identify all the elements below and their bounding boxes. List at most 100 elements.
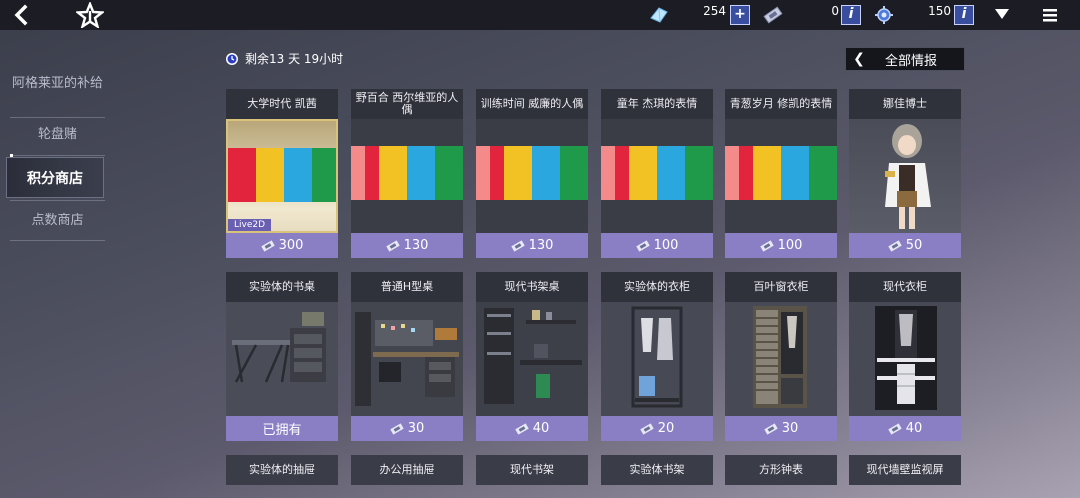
ticket-info-button[interactable]: i: [841, 5, 861, 25]
item-title: 百叶窗衣柜: [725, 272, 837, 302]
item-title: 现代衣柜: [849, 272, 961, 302]
add-crystal-button[interactable]: +: [730, 5, 750, 25]
points-info-button[interactable]: i: [954, 5, 974, 25]
item-title: 现代墙壁监视屏: [849, 455, 961, 485]
item-price: 30: [351, 416, 463, 441]
item-title: 实验体书架: [601, 455, 713, 485]
ticket-icon: [763, 6, 783, 24]
clock-icon: [226, 52, 238, 65]
color-bars-placeholder: [601, 146, 713, 200]
sidebar-item-points-shop[interactable]: 积分商店: [6, 157, 104, 198]
shop-item-card[interactable]: 普通H型桌 30: [351, 272, 463, 441]
shop-item-card[interactable]: 现代墙壁监视屏: [849, 455, 961, 498]
item-title: 办公用抽屉: [351, 455, 463, 485]
item-price: 130: [476, 233, 588, 258]
item-image: [725, 119, 837, 233]
item-image: [476, 302, 588, 416]
h-desk-illustration: [351, 302, 463, 416]
bookshelf-desk-illustration: [476, 302, 588, 416]
item-image: [725, 302, 837, 416]
item-image: [601, 302, 713, 416]
shop-item-card[interactable]: 童年 杰琪的表情 100: [601, 89, 713, 258]
shop-item-card[interactable]: 大学时代 凯茜 Live2D 300: [226, 89, 338, 258]
item-price-value: 300: [278, 238, 304, 253]
character-portrait: [885, 124, 931, 229]
shop-item-card[interactable]: 办公用抽屉: [351, 455, 463, 498]
shop-item-card[interactable]: 实验体的衣柜 20: [601, 272, 713, 441]
color-bars-placeholder: [351, 146, 463, 200]
item-title: 实验体的衣柜: [601, 272, 713, 302]
item-image: [351, 302, 463, 416]
ticket-icon: [764, 422, 778, 435]
item-price: 50: [849, 233, 961, 258]
sidebar-item-credit-shop[interactable]: 点数商店: [10, 213, 105, 229]
ticket-icon: [510, 239, 525, 252]
ticket-icon: [390, 422, 404, 435]
sidebar-divider: [10, 155, 105, 156]
item-title: 娜佳博士: [849, 89, 961, 119]
item-price: 30: [725, 416, 837, 441]
sidebar-divider: [10, 240, 105, 241]
crystal-count: 254: [703, 4, 726, 18]
dropdown-triangle-icon[interactable]: [994, 7, 1010, 21]
ticket-icon: [640, 422, 654, 435]
item-title: 现代书架: [476, 455, 588, 485]
item-image: [226, 302, 338, 416]
ticket-icon: [759, 239, 774, 252]
item-image: Live2D: [226, 119, 338, 233]
item-price: 20: [601, 416, 713, 441]
item-price-value: 30: [407, 421, 425, 436]
wardrobe-illustration: [601, 302, 713, 416]
favorite-star-icon[interactable]: [76, 2, 104, 28]
item-image: [849, 119, 961, 233]
shop-item-card[interactable]: 训练时间 威廉的人偶 130: [476, 89, 588, 258]
sidebar-item-aglaia-supply[interactable]: 阿格莱亚的补给: [10, 76, 105, 92]
back-icon[interactable]: [10, 3, 34, 27]
item-price: 40: [849, 416, 961, 441]
sidebar-item-roulette[interactable]: 轮盘赌: [10, 127, 105, 143]
color-bars-placeholder: [228, 148, 336, 202]
shop-item-card[interactable]: 实验体的书桌 已拥有: [226, 272, 338, 441]
item-title: 童年 杰琪的表情: [601, 89, 713, 119]
time-remaining: 剩余13 天 19小时: [225, 50, 343, 67]
shop-item-card[interactable]: 野百合 西尔维亚的人偶 130: [351, 89, 463, 258]
all-info-button[interactable]: ❮ 全部情报: [845, 47, 965, 71]
item-price-value: 40: [532, 421, 550, 436]
item-title: 大学时代 凯茜: [226, 89, 338, 119]
item-title: 实验体的书桌: [226, 272, 338, 302]
sidebar-divider: [10, 117, 105, 118]
shop-item-card[interactable]: 现代衣柜 40: [849, 272, 961, 441]
item-title: 方形钟表: [725, 455, 837, 485]
ticket-icon: [888, 239, 902, 252]
shop-item-card[interactable]: 青葱岁月 修凯的表情 100: [725, 89, 837, 258]
ticket-icon: [635, 239, 650, 252]
ticket-icon: [515, 422, 529, 435]
menu-icon[interactable]: [1041, 6, 1059, 24]
shop-item-card[interactable]: 娜佳博士 50: [849, 89, 961, 258]
item-price-value: 100: [777, 238, 803, 253]
item-price: 已拥有: [226, 416, 338, 441]
item-price-value: 130: [403, 238, 429, 253]
time-remaining-text: 剩余13 天 19小时: [245, 52, 344, 66]
louver-wardrobe-illustration: [725, 302, 837, 416]
shop-item-card[interactable]: 实验体书架: [601, 455, 713, 498]
item-price: 100: [601, 233, 713, 258]
item-title: 野百合 西尔维亚的人偶: [351, 89, 463, 119]
shop-item-card[interactable]: 现代书架: [476, 455, 588, 498]
shop-item-card[interactable]: 现代书架桌 40: [476, 272, 588, 441]
live2d-badge: Live2D: [228, 219, 272, 231]
shop-item-card[interactable]: 百叶窗衣柜 30: [725, 272, 837, 441]
modern-wardrobe-illustration: [849, 302, 961, 416]
top-bar: 254 + 0 i 150 i: [0, 0, 1080, 30]
ticket-icon: [260, 239, 275, 252]
item-price-value: 30: [781, 421, 799, 436]
item-title: 训练时间 威廉的人偶: [476, 89, 588, 119]
ticket-icon: [888, 422, 902, 435]
shop-item-card[interactable]: 方形钟表: [725, 455, 837, 498]
ticket-icon: [385, 239, 400, 252]
item-price-value: 40: [905, 421, 923, 436]
item-price: 300: [226, 233, 338, 258]
desk-illustration: [226, 302, 338, 416]
shop-item-card[interactable]: 实验体的抽屉: [226, 455, 338, 498]
item-price-value: 130: [528, 238, 554, 253]
